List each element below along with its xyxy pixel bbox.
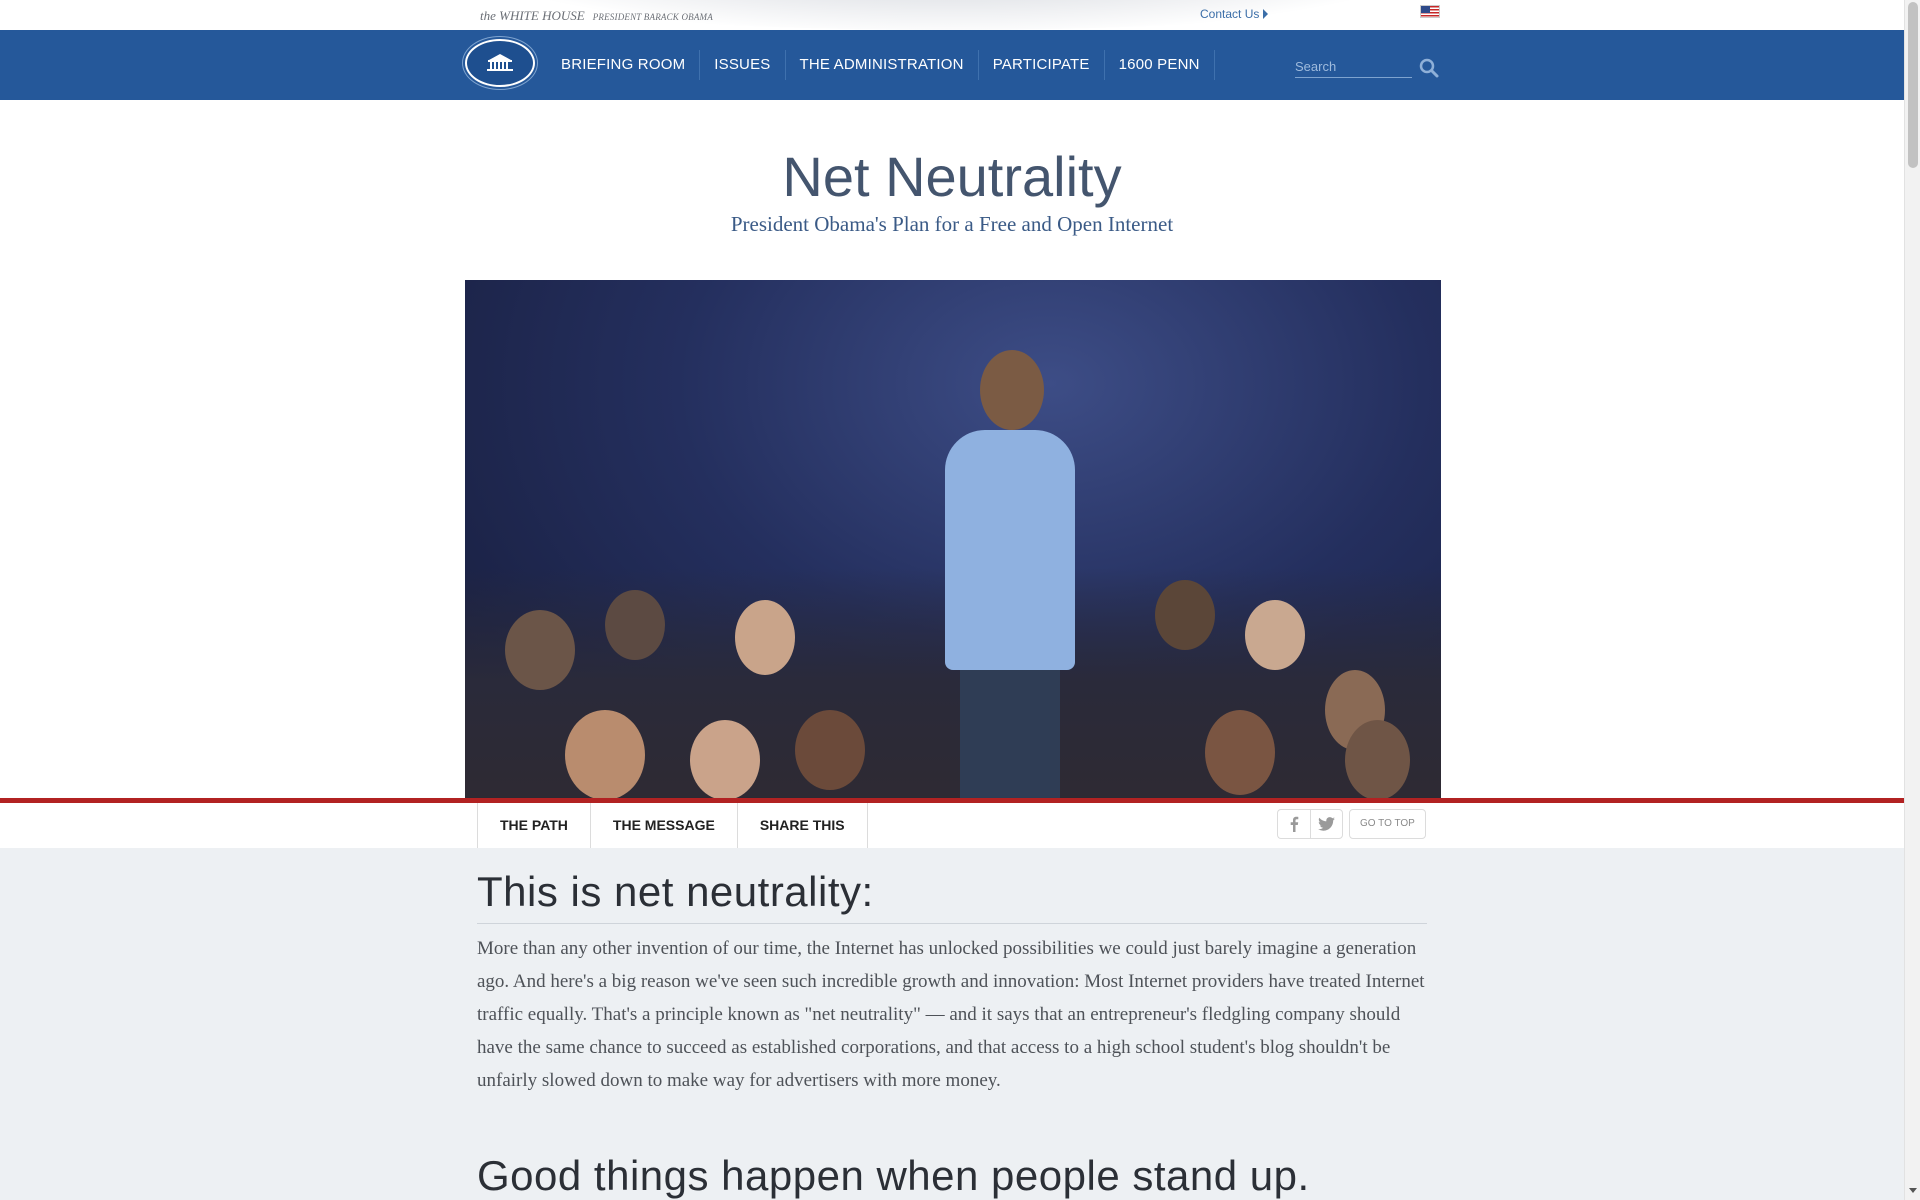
search-icon[interactable] — [1418, 57, 1440, 79]
twitter-icon — [1318, 817, 1335, 831]
page-subtitle: President Obama's Plan for a Free and Op… — [730, 212, 1174, 236]
white-house-icon — [487, 54, 513, 71]
top-strip: the WHITE HOUSE PRESIDENT BARACK OBAMA Co… — [0, 0, 1904, 30]
section-paragraph: More than any other invention of our tim… — [477, 938, 1425, 1091]
section-divider — [477, 923, 1427, 924]
brand-subtitle: PRESIDENT BARACK OBAMA — [592, 12, 713, 22]
section-heading: This is net neutrality: — [477, 868, 874, 915]
nav-item-1600-penn[interactable]: 1600 PENN — [1105, 50, 1215, 80]
facebook-share-button[interactable] — [1277, 809, 1310, 839]
page-title: Net Neutrality — [782, 145, 1122, 208]
nav-item-briefing-room[interactable]: BRIEFING ROOM — [547, 50, 701, 80]
social-buttons — [1277, 809, 1343, 839]
tab-the-path[interactable]: THE PATH — [478, 803, 591, 848]
search-input[interactable] — [1295, 56, 1412, 78]
facebook-icon — [1290, 816, 1299, 832]
tab-the-message[interactable]: THE MESSAGE — [591, 803, 738, 848]
nav-item-participate[interactable]: PARTICIPATE — [979, 50, 1105, 80]
site-brand[interactable]: the WHITE HOUSE PRESIDENT BARACK OBAMA — [480, 8, 713, 24]
brand-title: the WHITE HOUSE — [480, 8, 585, 23]
nav-item-issues[interactable]: ISSUES — [700, 50, 786, 80]
go-to-top-button[interactable]: GO TO TOP — [1349, 809, 1426, 839]
nav-item-the-administration[interactable]: THE ADMINISTRATION — [786, 50, 979, 80]
section-nav: THE PATH THE MESSAGE SHARE THIS GO TO TO… — [0, 798, 1904, 848]
contact-us-label: Contact Us — [1200, 7, 1260, 21]
caret-right-icon — [1263, 9, 1269, 19]
page-scrollbar[interactable] — [1904, 0, 1920, 1200]
scrollbar-thumb[interactable] — [1908, 2, 1918, 168]
main-nav: BRIEFING ROOM ISSUES THE ADMINISTRATION … — [0, 30, 1904, 100]
scroll-down-icon[interactable] — [1909, 1188, 1917, 1193]
us-flag-icon[interactable] — [1420, 5, 1440, 18]
twitter-share-button[interactable] — [1310, 809, 1343, 839]
section-tabs: THE PATH THE MESSAGE SHARE THIS — [477, 803, 868, 848]
white-house-logo[interactable] — [465, 39, 535, 87]
contact-us-link[interactable]: Contact Us — [1200, 7, 1269, 21]
section-heading: Good things happen when people stand up. — [477, 1152, 1310, 1199]
hero-photo — [465, 280, 1441, 798]
tab-share-this[interactable]: SHARE THIS — [738, 803, 868, 848]
nav-menu: BRIEFING ROOM ISSUES THE ADMINISTRATION … — [547, 30, 1215, 100]
